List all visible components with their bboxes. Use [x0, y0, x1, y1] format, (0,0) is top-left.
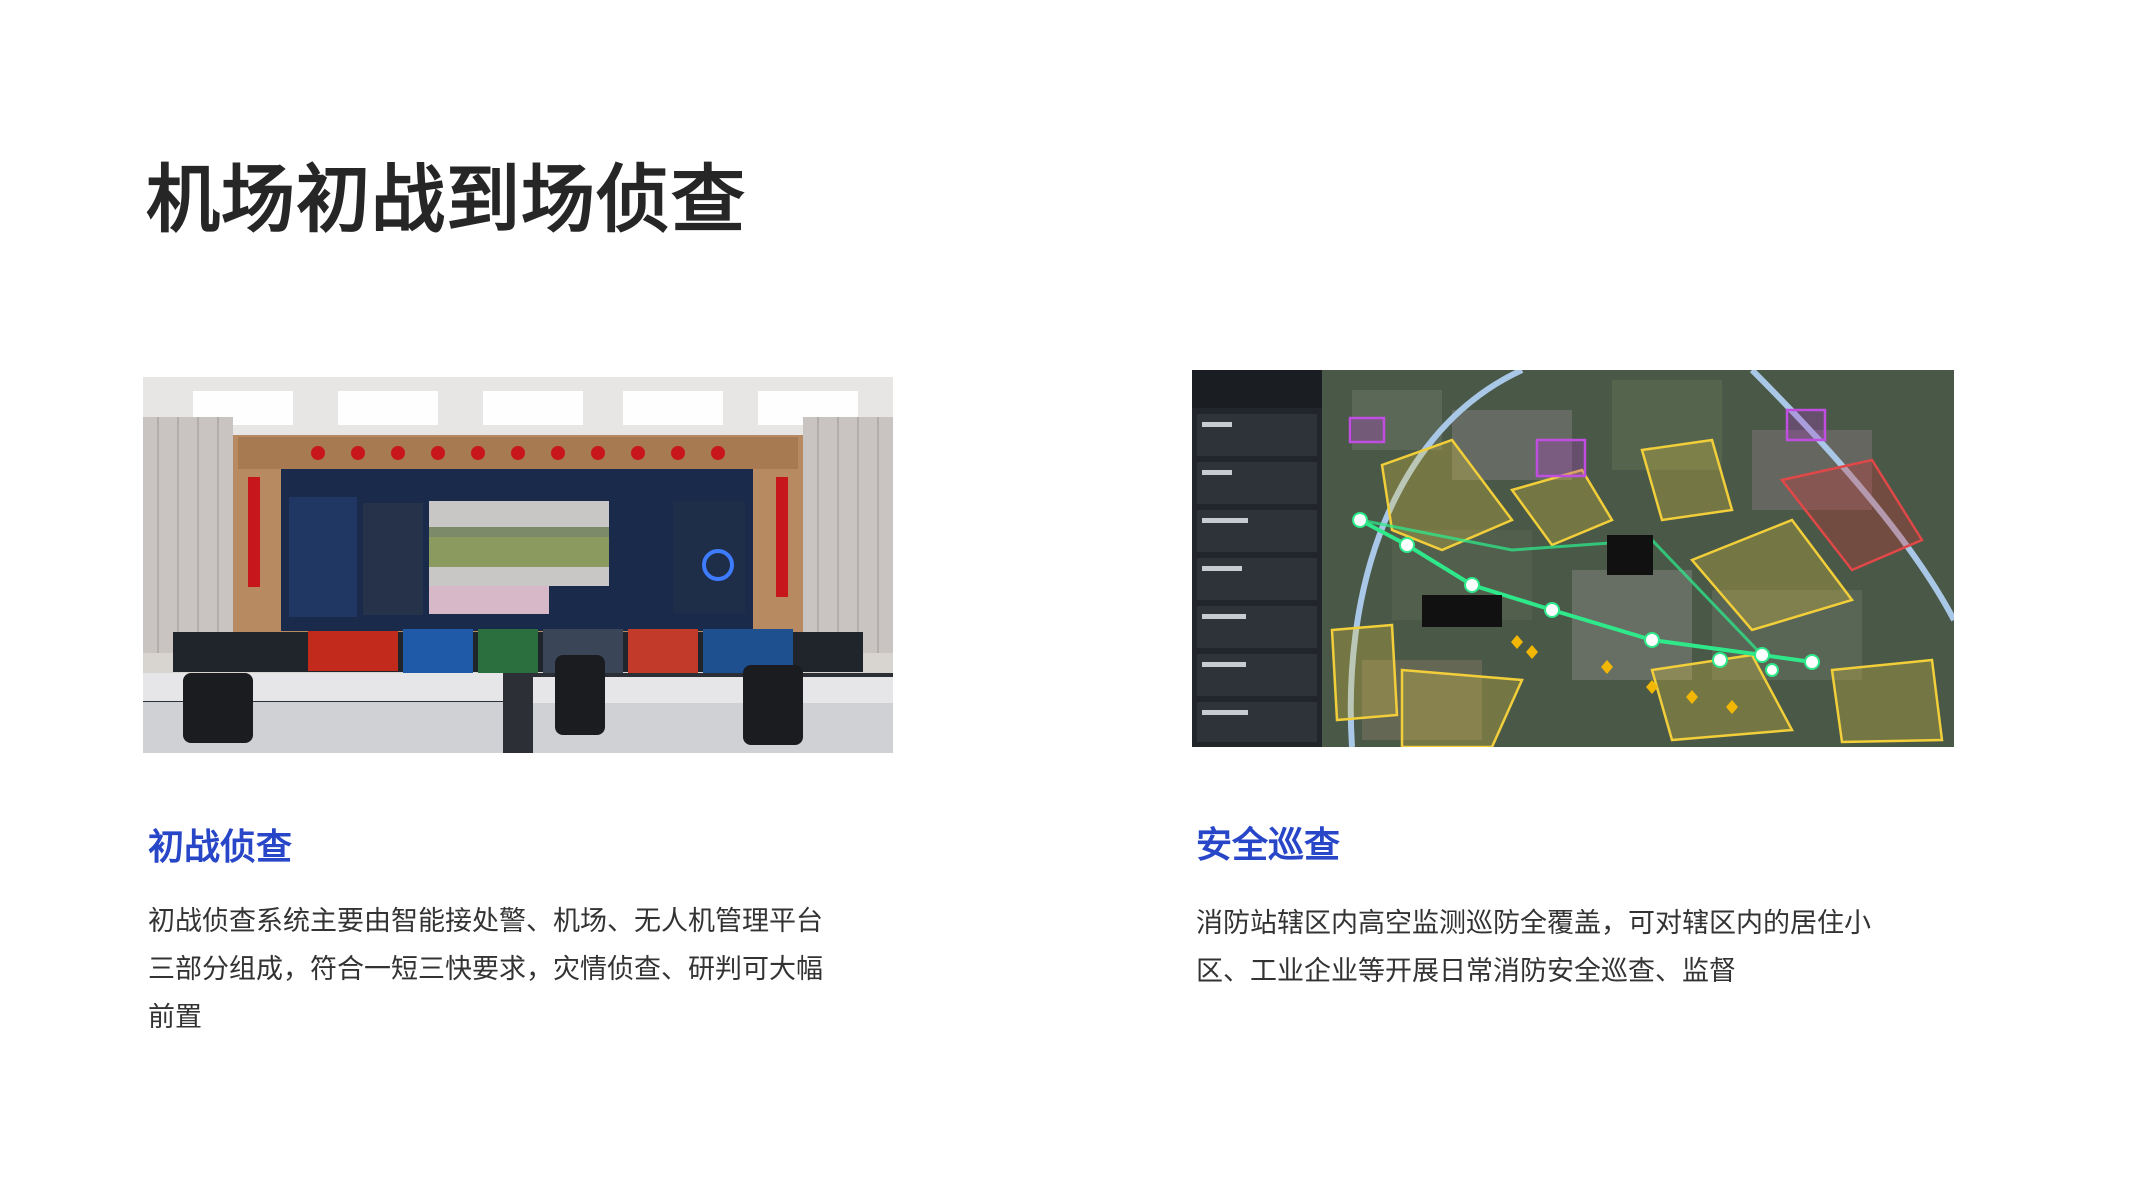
- body-line: 初战侦查系统主要由智能接处警、机场、无人机管理平台: [148, 906, 823, 937]
- body-line: 消防站辖区内高空监测巡防全覆盖，可对辖区内的居住小: [1196, 908, 1871, 939]
- body-line: 前置: [148, 1002, 202, 1033]
- body-line: 三部分组成，符合一短三快要求，灾情侦查、研判可大幅: [148, 954, 823, 985]
- page-title: 机场初战到场侦查: [146, 157, 746, 243]
- section-heading-safety-patrol: 安全巡查: [1196, 825, 1341, 866]
- section-body-safety-patrol: 消防站辖区内高空监测巡防全覆盖，可对辖区内的居住小 区、工业企业等开展日常消防安…: [1196, 900, 1916, 996]
- patrol-map-screenshot: [1192, 370, 1954, 747]
- section-heading-initial-recon: 初战侦查: [148, 827, 293, 868]
- body-line: 区、工业企业等开展日常消防安全巡查、监督: [1196, 956, 1736, 987]
- section-body-initial-recon: 初战侦查系统主要由智能接处警、机场、无人机管理平台 三部分组成，符合一短三快要求…: [148, 898, 848, 1042]
- command-center-photo: [143, 377, 893, 753]
